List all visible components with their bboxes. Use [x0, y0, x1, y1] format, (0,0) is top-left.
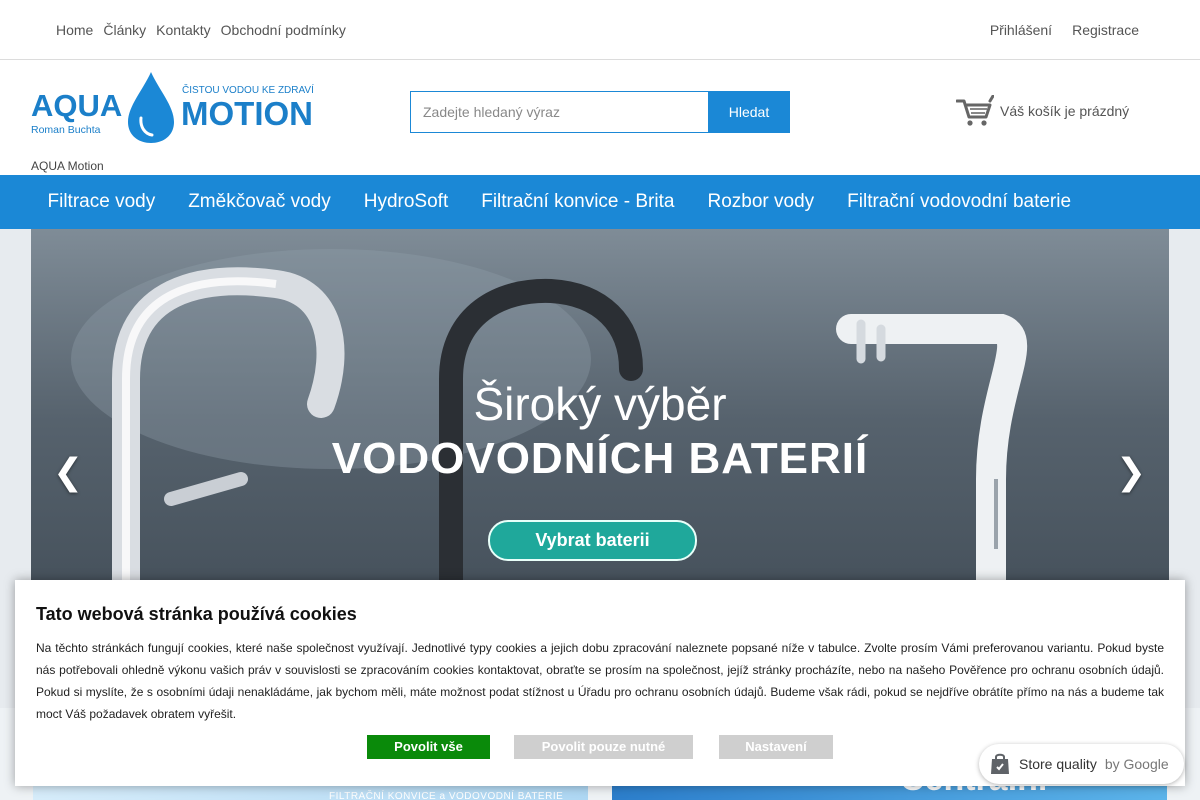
cookie-body: Na těchto stránkách fungují cookies, kte…: [36, 641, 1164, 721]
register-link[interactable]: Registrace: [1072, 22, 1139, 38]
login-link[interactable]: Přihlášení: [990, 22, 1052, 38]
badge-label: Store quality: [1019, 756, 1097, 772]
allow-necessary-button[interactable]: Povolit pouze nutné: [514, 735, 693, 759]
slide-subtitle: VODOVODNÍCH BATERIÍ: [331, 434, 869, 483]
search-form: Hledat: [410, 91, 790, 133]
account-links: Přihlášení Registrace: [990, 22, 1139, 38]
search-button[interactable]: Hledat: [708, 91, 790, 133]
nav-water-analysis[interactable]: Rozbor vody: [691, 191, 831, 213]
site-logo[interactable]: AQUA Roman Buchta ČISTOU VODOU KE ZDRAVÍ…: [31, 70, 316, 145]
nav-hydrosoft[interactable]: HydroSoft: [347, 191, 464, 213]
nav-brita-jugs[interactable]: Filtrační konvice - Brita: [465, 191, 691, 213]
shopping-bag-icon: [991, 753, 1009, 774]
cart-status: Váš košík je prázdný: [1000, 103, 1130, 119]
logo-word-motion: MOTION: [181, 95, 313, 132]
nav-water-softener[interactable]: Změkčovač vody: [172, 191, 348, 213]
top-bar: Home Články Kontakty Obchodní podmínky P…: [0, 0, 1200, 60]
promo-jugs-text: FILTRAČNÍ KONVICE a VODOVODNÍ BATERIE: [329, 791, 564, 800]
top-nav: Home Články Kontakty Obchodní podmínky: [56, 22, 346, 38]
allow-all-button[interactable]: Povolit vše: [367, 735, 490, 759]
topnav-terms-link[interactable]: Obchodní podmínky: [221, 22, 346, 38]
badge-by: by Google: [1104, 756, 1169, 772]
logo-owner: Roman Buchta: [31, 124, 101, 136]
slider-prev-arrow-icon[interactable]: ❮: [53, 454, 83, 490]
store-quality-badge[interactable]: Store quality by Google: [979, 744, 1184, 784]
cookie-settings-button[interactable]: Nastavení: [719, 735, 833, 759]
main-nav: Filtrace vody Změkčovač vody HydroSoft F…: [0, 175, 1200, 229]
slide-title: Široký výběr: [473, 378, 727, 430]
nav-filter-faucets[interactable]: Filtrační vodovodní baterie: [831, 191, 1088, 213]
topnav-articles-link[interactable]: Články: [103, 22, 146, 38]
logo-caption: AQUA Motion: [31, 159, 104, 173]
search-input[interactable]: [410, 91, 708, 133]
choose-faucet-button[interactable]: Vybrat baterii: [488, 520, 697, 561]
cookie-title: Tato webová stránka používá cookies: [36, 604, 357, 624]
cart-icon: [956, 95, 994, 126]
logo-word-aqua: AQUA: [31, 88, 122, 123]
water-drop-icon: [128, 72, 174, 143]
slider-next-arrow-icon[interactable]: ❯: [1116, 454, 1146, 490]
cart[interactable]: Váš košík je prázdný: [956, 95, 1129, 127]
nav-water-filtration[interactable]: Filtrace vody: [31, 191, 172, 213]
topnav-contacts-link[interactable]: Kontakty: [156, 22, 210, 38]
topnav-home-link[interactable]: Home: [56, 22, 93, 38]
